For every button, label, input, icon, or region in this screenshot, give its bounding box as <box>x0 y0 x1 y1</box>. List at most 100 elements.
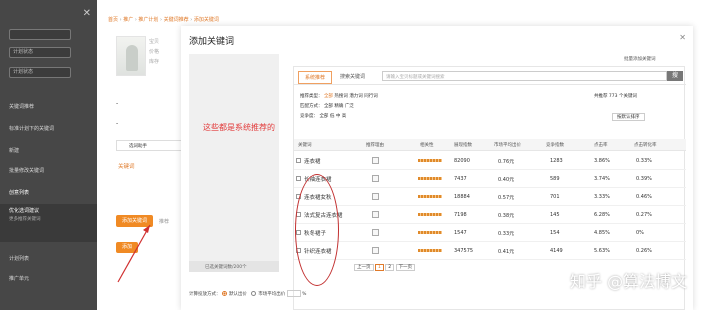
table-row[interactable]: 连衣裙 82090 0.76元 1283 3.86% 0.33% <box>294 153 686 170</box>
row-checkbox[interactable] <box>296 176 301 181</box>
batch-add-link[interactable]: 批量添加关键词 <box>624 56 656 62</box>
radio-default-bid[interactable] <box>221 291 227 296</box>
bid-cell: 0.57元 <box>498 195 515 201</box>
radio-label: 市场平均出价 <box>258 292 286 297</box>
table-row[interactable]: 秋冬裙子 1547 0.33元 154 4.85% 0% <box>294 225 686 242</box>
competition-cell: 589 <box>550 176 560 182</box>
pagination: 上一页 1 2 下一页 <box>354 264 416 271</box>
column-header: 展现指数 <box>454 143 472 148</box>
table-row[interactable]: 长袖连衣裙 7437 0.40元 589 3.74% 0.39% <box>294 171 686 188</box>
relevance-bar <box>418 213 442 216</box>
close-icon[interactable]: ✕ <box>679 33 686 42</box>
row-checkbox[interactable] <box>296 158 301 163</box>
competition-cell: 701 <box>550 194 560 200</box>
page-button[interactable]: 2 <box>385 264 395 271</box>
table-header: 关键词 推荐理由 相关性 展现指数 市场平均出价 竞争指数 点击率 点击转化率 <box>294 139 686 151</box>
filter-option[interactable]: 高 <box>342 114 347 119</box>
ctr-cell: 4.85% <box>594 230 610 236</box>
percent-label: % <box>302 292 307 297</box>
filter-option[interactable]: 全部 <box>324 94 333 99</box>
page-button[interactable]: 1 <box>374 264 384 271</box>
table-row[interactable]: 针织连衣裙 347575 0.41元 4149 5.63% 0.26% <box>294 243 686 260</box>
filter-option[interactable]: 全部 <box>319 114 328 119</box>
watermark: 知乎 @算法博文 <box>570 272 688 291</box>
recommend-icon <box>372 229 379 236</box>
filter-option[interactable]: 潜力词 <box>349 94 363 99</box>
index-cell: 347575 <box>454 248 474 254</box>
cvr-cell: 0.33% <box>636 158 652 164</box>
keyword-search-input[interactable]: 请输入宝贝标题或关键词搜索 <box>382 71 667 81</box>
recommend-icon <box>372 193 379 200</box>
index-cell: 7437 <box>454 176 467 182</box>
radio-market-bid[interactable] <box>251 291 257 296</box>
annotation-ellipse <box>295 174 339 286</box>
bid-cell: 0.41元 <box>498 249 515 255</box>
recommend-icon <box>372 247 379 254</box>
tab-search[interactable]: 搜索关键词 <box>334 71 371 82</box>
ctr-cell: 3.86% <box>594 158 610 164</box>
filter-option[interactable]: 同行词 <box>364 94 378 99</box>
total-count: 共推荐 773 个关键词 <box>594 94 637 99</box>
bid-method-label: 计算投放方式： <box>189 292 221 297</box>
recommend-icon <box>372 175 379 182</box>
index-cell: 82090 <box>454 158 470 164</box>
column-header: 市场平均出价 <box>494 143 521 148</box>
sort-select[interactable]: 按默认排序 <box>612 113 645 121</box>
bid-cell: 0.38元 <box>498 213 515 219</box>
cvr-cell: 0% <box>636 230 644 236</box>
recommend-icon <box>372 211 379 218</box>
competition-cell: 154 <box>550 230 560 236</box>
column-header: 竞争指数 <box>546 143 564 148</box>
index-cell: 7198 <box>454 212 467 218</box>
cvr-cell: 0.39% <box>636 176 652 182</box>
filter-row: 推荐类型： 全部 热搜词 潜力词 同行词 <box>300 94 378 99</box>
search-icon[interactable]: 搜 <box>667 71 683 81</box>
radio-label: 默认出价 <box>228 292 247 297</box>
relevance-bar <box>418 231 442 234</box>
index-cell: 1547 <box>454 230 467 236</box>
bid-cell: 0.76元 <box>498 159 515 165</box>
filter-option[interactable]: 低 <box>330 114 335 119</box>
dialog-title: 添加关键词 <box>189 37 235 47</box>
bid-cell: 0.40元 <box>498 177 515 183</box>
filter-option[interactable]: 全部 <box>324 104 333 109</box>
cvr-cell: 0.46% <box>636 194 652 200</box>
table-row[interactable]: 连衣裙女秋 18884 0.57元 701 3.33% 0.46% <box>294 189 686 206</box>
percent-input[interactable] <box>286 290 301 297</box>
tab-recommend[interactable]: 系统推荐 <box>298 71 333 84</box>
ctr-cell: 3.33% <box>594 194 610 200</box>
filter-row: 匹配方式： 全部 精确 广泛 <box>300 104 354 109</box>
selected-count: 已选关键词数/200个 <box>189 261 279 272</box>
filter-option[interactable]: 精确 <box>334 104 343 109</box>
relevance-bar <box>418 249 442 252</box>
ctr-cell: 5.63% <box>594 248 610 254</box>
competition-cell: 1283 <box>550 158 563 164</box>
column-header: 点击率 <box>594 143 608 148</box>
filter-option[interactable]: 广泛 <box>345 104 354 109</box>
relevance-bar <box>418 177 442 180</box>
keyword-cell: 连衣裙 <box>304 159 321 165</box>
filter-option[interactable]: 中 <box>336 114 341 119</box>
relevance-bar <box>418 195 442 198</box>
competition-cell: 145 <box>550 212 560 218</box>
relevance-bar <box>418 159 442 162</box>
index-cell: 18884 <box>454 194 470 200</box>
cvr-cell: 0.27% <box>636 212 652 218</box>
column-header: 关键词 <box>298 143 312 148</box>
column-header: 相关性 <box>420 143 434 148</box>
filter-option[interactable]: 热搜词 <box>334 94 348 99</box>
tab-bar: 系统推荐 搜索关键词 请输入宝贝标题或关键词搜索 搜 <box>294 67 686 85</box>
next-page-button[interactable]: 下一页 <box>395 264 416 271</box>
column-header: 点击转化率 <box>634 143 657 148</box>
recommend-icon <box>372 157 379 164</box>
competition-cell: 4149 <box>550 248 563 254</box>
selected-keywords-area <box>189 54 279 261</box>
prev-page-button[interactable]: 上一页 <box>354 264 374 271</box>
bid-method-row: 计算投放方式： 默认出价 市场平均出价 % <box>189 290 306 297</box>
ctr-cell: 3.74% <box>594 176 610 182</box>
filter-row: 竞争度： 全部 低 中 高 <box>300 114 347 119</box>
column-header: 推荐理由 <box>366 143 384 148</box>
table-row[interactable]: 法式复古连衣裙 7198 0.38元 145 6.28% 0.27% <box>294 207 686 224</box>
annotation-text: 这些都是系统推荐的 <box>203 123 275 132</box>
bid-cell: 0.33元 <box>498 231 515 237</box>
